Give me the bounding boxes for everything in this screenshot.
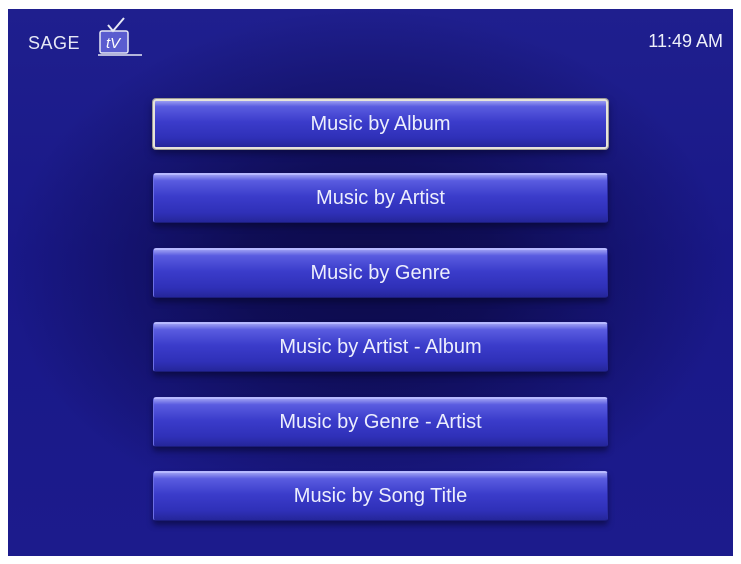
menu-item-label: Music by Album — [310, 112, 451, 135]
menu-item-label: Music by Genre - Artist — [279, 411, 482, 433]
clock: 11:49 AM — [648, 31, 723, 51]
menu-item-label: Music by Artist — [316, 187, 445, 209]
menu-item-label: Music by Artist - Album — [279, 336, 482, 358]
menu-item-label: Music by Song Title — [293, 485, 468, 507]
sagetv-music-menu-screen: SAGE tV 11:49 AM Music by Album Music by… — [8, 9, 733, 556]
menu-item-label: Music by Genre — [310, 262, 451, 284]
menu-item-music-by-song-title[interactable]: Music by Song Title — [153, 471, 608, 521]
logo-text: SAGE — [28, 33, 81, 53]
logo-mark-text: tV — [106, 35, 122, 52]
logo-tv-mark-icon: tV — [98, 17, 142, 56]
menu-item-music-by-album[interactable]: Music by Album — [153, 99, 608, 149]
menu-item-music-by-genre-artist[interactable]: Music by Genre - Artist — [153, 397, 608, 447]
menu-item-music-by-genre[interactable]: Music by Genre — [153, 248, 608, 298]
sagetv-logo: SAGE tV — [26, 17, 166, 61]
menu-item-music-by-artist-album[interactable]: Music by Artist - Album — [153, 322, 608, 372]
menu-item-music-by-artist[interactable]: Music by Artist — [153, 173, 608, 223]
